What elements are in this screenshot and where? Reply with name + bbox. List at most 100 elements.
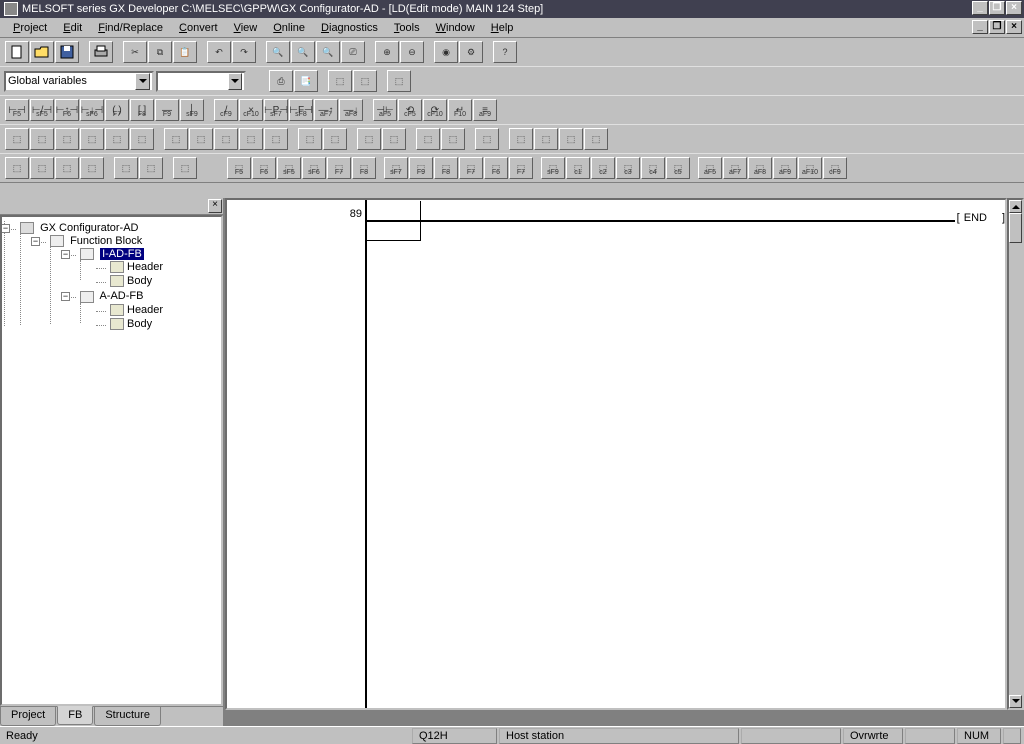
sfc-F7-9-button[interactable]: ⬚F7: [459, 157, 483, 179]
s6-button[interactable]: ⬚: [139, 157, 163, 179]
s3-button[interactable]: ⬚: [55, 157, 79, 179]
p2-button[interactable]: ⬚: [30, 128, 54, 150]
unit-dropdown-icon[interactable]: [228, 73, 242, 90]
ladder-sF5-button[interactable]: ⊢/⊣sF5: [30, 99, 54, 121]
sfc-sF9-12-button[interactable]: ⬚sF9: [541, 157, 565, 179]
p15-button[interactable]: ⬚: [382, 128, 406, 150]
menu-diagnostics[interactable]: Diagnostics: [314, 20, 385, 36]
ladder-canvas[interactable]: 89 END ]: [225, 198, 1007, 710]
scroll-down-button[interactable]: [1009, 695, 1022, 708]
menu-find[interactable]: Find/Replace: [91, 20, 170, 36]
ladder-cF5-button[interactable]: ⟲cF5: [398, 99, 422, 121]
zoom-out-button[interactable]: ⊖: [400, 41, 424, 63]
paste-button[interactable]: 📋: [173, 41, 197, 63]
tree-aadfb[interactable]: − A-AD-FB Header Body: [66, 289, 219, 331]
register-button[interactable]: ⎙: [269, 70, 293, 92]
ladder-F7-button[interactable]: ( )F7: [105, 99, 129, 121]
tree-iadfb-header[interactable]: Header: [96, 260, 219, 274]
unit-combo[interactable]: [156, 71, 246, 92]
find-device-button[interactable]: 🔍: [291, 41, 315, 63]
tree-root[interactable]: − GX Configurator-AD − Function Block −: [6, 221, 219, 334]
undo-button[interactable]: ↶: [207, 41, 231, 63]
p11-button[interactable]: ⬚: [264, 128, 288, 150]
p21-button[interactable]: ⬚: [559, 128, 583, 150]
p17-button[interactable]: ⬚: [441, 128, 465, 150]
sfc-c3-15-button[interactable]: ⬚c3: [616, 157, 640, 179]
zoom-in-button[interactable]: ⊕: [375, 41, 399, 63]
save-button[interactable]: [55, 41, 79, 63]
unit-input[interactable]: [160, 73, 228, 90]
menu-tools[interactable]: Tools: [387, 20, 427, 36]
sfc-F6-1-button[interactable]: ⬚F6: [252, 157, 276, 179]
p1-button[interactable]: ⬚: [5, 128, 29, 150]
cut-button[interactable]: ✂: [123, 41, 147, 63]
sfc-c5-17-button[interactable]: ⬚c5: [666, 157, 690, 179]
ladder-F6-button[interactable]: ⊢↑⊣F6: [55, 99, 79, 121]
p16-button[interactable]: ⬚: [416, 128, 440, 150]
p9-button[interactable]: ⬚: [214, 128, 238, 150]
p14-button[interactable]: ⬚: [357, 128, 381, 150]
p5-button[interactable]: ⬚: [105, 128, 129, 150]
p13-button[interactable]: ⬚: [323, 128, 347, 150]
sfc-sF5-2-button[interactable]: ⬚sF5: [277, 157, 301, 179]
tool-c-button[interactable]: ⬚: [387, 70, 411, 92]
vertical-scrollbar[interactable]: [1007, 198, 1024, 710]
project-tree[interactable]: − GX Configurator-AD − Function Block −: [0, 215, 223, 706]
mdi-minimize-button[interactable]: _: [972, 20, 988, 34]
sfc-F7-11-button[interactable]: ⬚F7: [509, 157, 533, 179]
s5-button[interactable]: ⬚: [114, 157, 138, 179]
tree-function-block[interactable]: − Function Block − I-AD-FB Header: [36, 234, 219, 333]
sfc-aF9-21-button[interactable]: ⬚aF9: [773, 157, 797, 179]
ladder-aF5-button[interactable]: ⊣⊢aF5: [373, 99, 397, 121]
menu-edit[interactable]: Edit: [56, 20, 89, 36]
sfc-sF7-6-button[interactable]: ⬚sF7: [384, 157, 408, 179]
menu-view[interactable]: View: [227, 20, 265, 36]
sfc-F8-8-button[interactable]: ⬚F8: [434, 157, 458, 179]
tool-a-button[interactable]: ⬚: [328, 70, 352, 92]
ladder-cF10-button[interactable]: ⟳cF10: [423, 99, 447, 121]
monitor-button[interactable]: ◉: [434, 41, 458, 63]
tool-b-button[interactable]: ⬚: [353, 70, 377, 92]
sfc-aF10-22-button[interactable]: ⬚aF10: [798, 157, 822, 179]
ladder-aF7-button[interactable]: —↑aF7: [314, 99, 338, 121]
ladder-cF10-button[interactable]: ×cF10: [239, 99, 263, 121]
open-button[interactable]: [30, 41, 54, 63]
ladder-F5-button[interactable]: ⊢⊣F5: [5, 99, 29, 121]
restore-button[interactable]: ❐: [989, 1, 1005, 15]
tab-fb[interactable]: FB: [57, 706, 93, 725]
print-button[interactable]: [89, 41, 113, 63]
help-button[interactable]: ?: [493, 41, 517, 63]
menu-convert[interactable]: Convert: [172, 20, 225, 36]
find-button[interactable]: 🔍: [266, 41, 290, 63]
ladder-sF7-button[interactable]: ⊢P⊣sF7: [264, 99, 288, 121]
sfc-sF6-3-button[interactable]: ⬚sF6: [302, 157, 326, 179]
menu-project[interactable]: Project: [6, 20, 54, 36]
menu-help[interactable]: Help: [484, 20, 521, 36]
close-tree-button[interactable]: ×: [208, 199, 222, 213]
build-button[interactable]: ⚙: [459, 41, 483, 63]
minimize-button[interactable]: _: [972, 1, 988, 15]
s7-button[interactable]: ⬚: [173, 157, 197, 179]
p3-button[interactable]: ⬚: [55, 128, 79, 150]
copy-button[interactable]: ⧉: [148, 41, 172, 63]
global-variables-dropdown-icon[interactable]: [135, 73, 150, 90]
p10-button[interactable]: ⬚: [239, 128, 263, 150]
scroll-up-button[interactable]: [1009, 200, 1022, 213]
tree-iadfb-body[interactable]: Body: [96, 274, 219, 288]
tab-project[interactable]: Project: [0, 707, 56, 726]
find-step-button[interactable]: 🔍: [316, 41, 340, 63]
p18-button[interactable]: ⬚: [475, 128, 499, 150]
sfc-aF8-20-button[interactable]: ⬚aF8: [748, 157, 772, 179]
p22-button[interactable]: ⬚: [584, 128, 608, 150]
sfc-F5-0-button[interactable]: ⬚F5: [227, 157, 251, 179]
sfc-F7-4-button[interactable]: ⬚F7: [327, 157, 351, 179]
ladder-cF9-button[interactable]: /cF9: [214, 99, 238, 121]
global-variables-combo[interactable]: [4, 71, 154, 92]
p4-button[interactable]: ⬚: [80, 128, 104, 150]
cross-ref-button[interactable]: ⎚: [341, 41, 365, 63]
ladder-F10-button[interactable]: ↵F10: [448, 99, 472, 121]
s2-button[interactable]: ⬚: [30, 157, 54, 179]
ladder-aF9-button[interactable]: ≡aF9: [473, 99, 497, 121]
ladder-sF8-button[interactable]: ⊢F⊣sF8: [289, 99, 313, 121]
menu-online[interactable]: Online: [266, 20, 312, 36]
